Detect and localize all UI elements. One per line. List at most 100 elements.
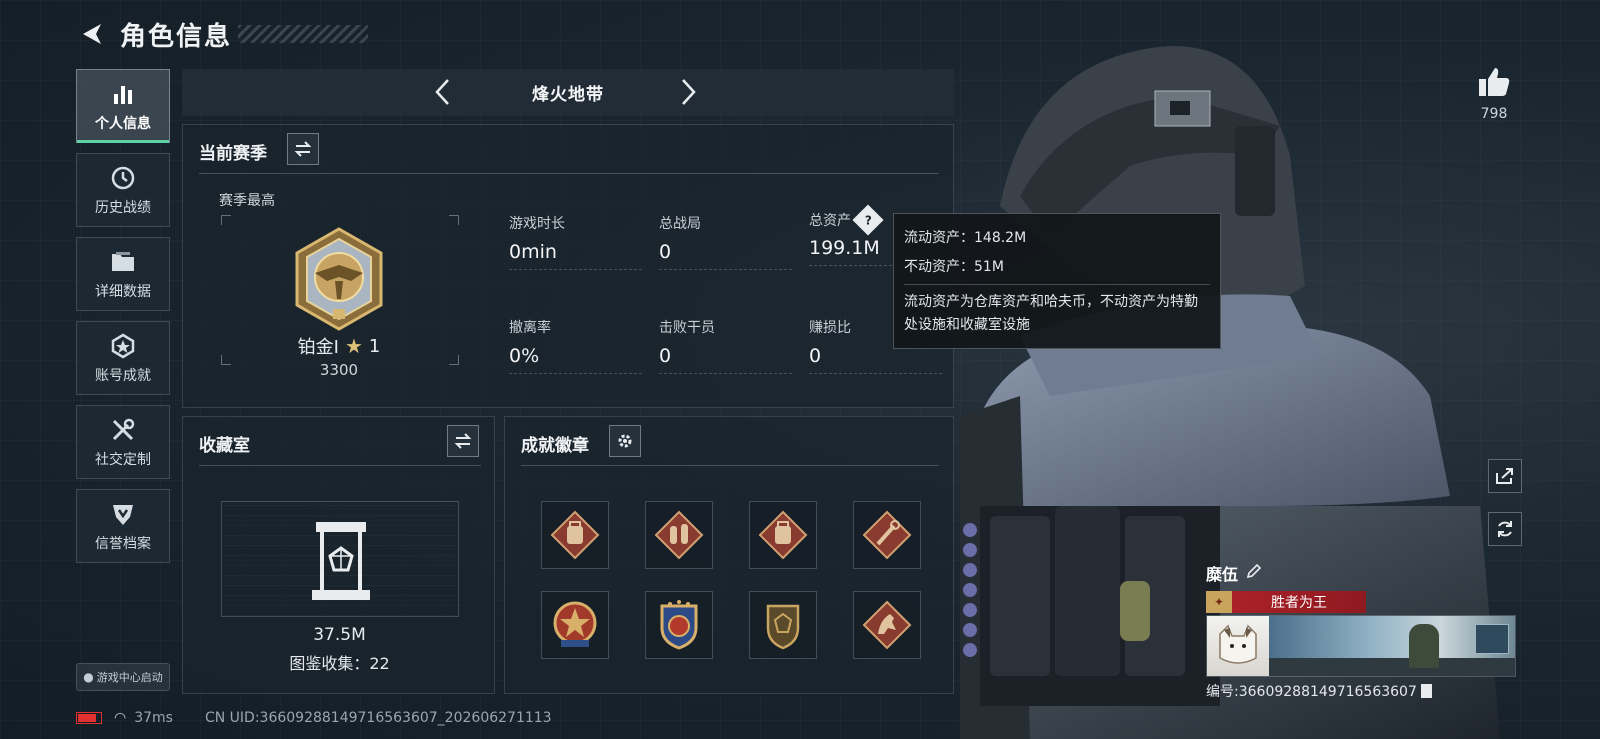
sidebar-item-achievements[interactable]: 账号成就: [76, 321, 170, 395]
assets-tooltip: 流动资产：148.2M 不动资产：51M 流动资产为仓库资产和哈夫币，不动资产为…: [893, 213, 1221, 349]
game-center-launch-button[interactable]: ● 游戏中心启动: [76, 663, 170, 691]
collection-value: 37.5M: [313, 625, 366, 645]
horse-badge[interactable]: [853, 591, 921, 659]
wrench-badge-icon: [862, 510, 912, 560]
tooltip-liquid-assets: 流动资产：148.2M: [904, 229, 1027, 246]
player-title-banner[interactable]: ✦ 胜者为王: [1206, 591, 1366, 613]
collection-count: 图鉴收集：22: [289, 654, 390, 673]
refresh-icon: [1498, 521, 1512, 537]
tools-icon: [110, 415, 136, 445]
display-case-icon: [312, 522, 370, 600]
season-switch-button[interactable]: [287, 133, 319, 165]
rank-name: 铂金Ⅰ: [297, 337, 339, 358]
shield-medal-badge[interactable]: [645, 591, 713, 659]
sidebar-item-credit-record[interactable]: 信誉档案: [76, 489, 170, 563]
stat-value: 0%: [509, 345, 540, 367]
stat-operators-defeated: 击败干员 0: [659, 317, 793, 374]
stat-value: 0: [659, 241, 672, 263]
backpack-badge-icon: [758, 510, 808, 560]
season-panel: 当前赛季 赛季最高 铂金Ⅰ ★ 1 3300 游戏时长 0min 总战局 0 总…: [182, 124, 954, 408]
collection-display[interactable]: [221, 501, 459, 617]
wifi-icon: ◠: [114, 710, 127, 726]
collection-title: 收藏室: [199, 436, 250, 456]
star-icon: ★: [344, 334, 363, 358]
share-button[interactable]: [1488, 459, 1522, 493]
shield-medal-badge-icon: [660, 600, 698, 650]
mode-selector: 烽火地带: [182, 69, 954, 116]
mode-next-button[interactable]: [674, 77, 704, 107]
uid: CN UID:3660928814971656360​7_20260627111…: [204, 710, 552, 726]
stat-value: 0min: [509, 241, 557, 263]
title-decoration: [238, 25, 369, 43]
sidebar-item-label: 个人信息: [95, 116, 151, 132]
collection-switch-button[interactable]: [447, 425, 479, 457]
pencil-icon: [1246, 563, 1262, 579]
like-count: 798: [1480, 106, 1508, 122]
copy-id-button[interactable]: [1420, 684, 1432, 698]
cat-avatar-icon: [1219, 624, 1257, 664]
stat-label: 游戏时长: [509, 216, 565, 232]
status-bar: ◠ 37ms CN UID:3660928814971656360​7_2026…: [76, 706, 552, 730]
achievement-title: 成就徽章: [521, 436, 589, 456]
thumbs-up-icon: [1479, 68, 1510, 96]
chevron-left-icon: [435, 79, 449, 105]
backpack-badge[interactable]: [749, 501, 817, 569]
sidebar-item-social-customization[interactable]: 社交定制: [76, 405, 170, 479]
stat-extract-rate: 撤离率 0%: [509, 317, 643, 374]
stat-label: 总战局: [659, 216, 701, 232]
player-card: 糜伍 ✦ 胜者为王 编号:3660928814971656360​7: [1206, 561, 1516, 701]
swap-icon: [454, 433, 472, 449]
stat-label: 总资产: [809, 213, 851, 229]
emblem-badge-icon: [766, 604, 800, 650]
sidebar-item-label: 信誉档案: [95, 536, 151, 552]
backpack-badge-icon: [550, 510, 600, 560]
sidebar-item-match-history[interactable]: 历史战绩: [76, 153, 170, 227]
mode-prev-button[interactable]: [427, 77, 457, 107]
stat-label: 击败干员: [659, 320, 715, 336]
bar-chart-icon: [111, 79, 135, 109]
season-best-label: 赛季最高: [219, 193, 275, 209]
like-button[interactable]: [1477, 66, 1511, 102]
stat-total-matches: 总战局 0: [659, 213, 793, 270]
star-medal-badge-icon: [553, 601, 597, 647]
sidebar-item-personal-info[interactable]: 个人信息: [76, 69, 170, 143]
like-area: 798: [1474, 66, 1514, 126]
share-icon: [1496, 468, 1513, 484]
emblem-badge[interactable]: [749, 591, 817, 659]
launch-label: 游戏中心启动: [96, 671, 163, 684]
player-banner[interactable]: [1206, 615, 1516, 677]
achievement-icon: [110, 331, 136, 361]
avatar[interactable]: [1207, 616, 1269, 676]
season-title: 当前赛季: [199, 144, 267, 164]
sidebar-item-label: 历史战绩: [95, 200, 151, 216]
ping: 37ms: [134, 710, 173, 726]
swap-icon: [294, 141, 312, 157]
back-button[interactable]: [76, 18, 108, 50]
refresh-button[interactable]: [1488, 512, 1522, 546]
battery-icon: [76, 712, 102, 724]
rank-points: 3300: [319, 361, 359, 379]
wrench-badge[interactable]: [853, 501, 921, 569]
rank-stars: 1: [368, 335, 381, 357]
sidebar-item-label: 账号成就: [95, 368, 151, 384]
sidebar-item-label: 社交定制: [95, 452, 151, 468]
sidebar-item-detailed-data[interactable]: 详细数据: [76, 237, 170, 311]
achievement-divider: [521, 465, 939, 466]
credit-shield-icon: [110, 499, 136, 529]
star-medal-badge[interactable]: [541, 591, 609, 659]
edit-name-button[interactable]: [1246, 563, 1262, 583]
gear-icon: [618, 434, 632, 448]
flask-badge[interactable]: [645, 501, 713, 569]
collection-panel: 收藏室 37.5M 图鉴收集：22: [182, 416, 495, 694]
help-icon[interactable]: ?: [852, 204, 884, 236]
backpack-badge[interactable]: [541, 501, 609, 569]
title-emblem-icon: ✦: [1206, 591, 1232, 613]
collection-divider: [199, 465, 481, 466]
clock-icon: [110, 163, 136, 193]
stat-play-time: 游戏时长 0min: [509, 213, 643, 270]
back-arrow-icon: [83, 24, 101, 44]
achievement-settings-button[interactable]: [609, 425, 641, 457]
flask-badge-icon: [654, 510, 704, 560]
rank-emblem-icon: [295, 227, 383, 331]
season-divider: [199, 173, 939, 174]
